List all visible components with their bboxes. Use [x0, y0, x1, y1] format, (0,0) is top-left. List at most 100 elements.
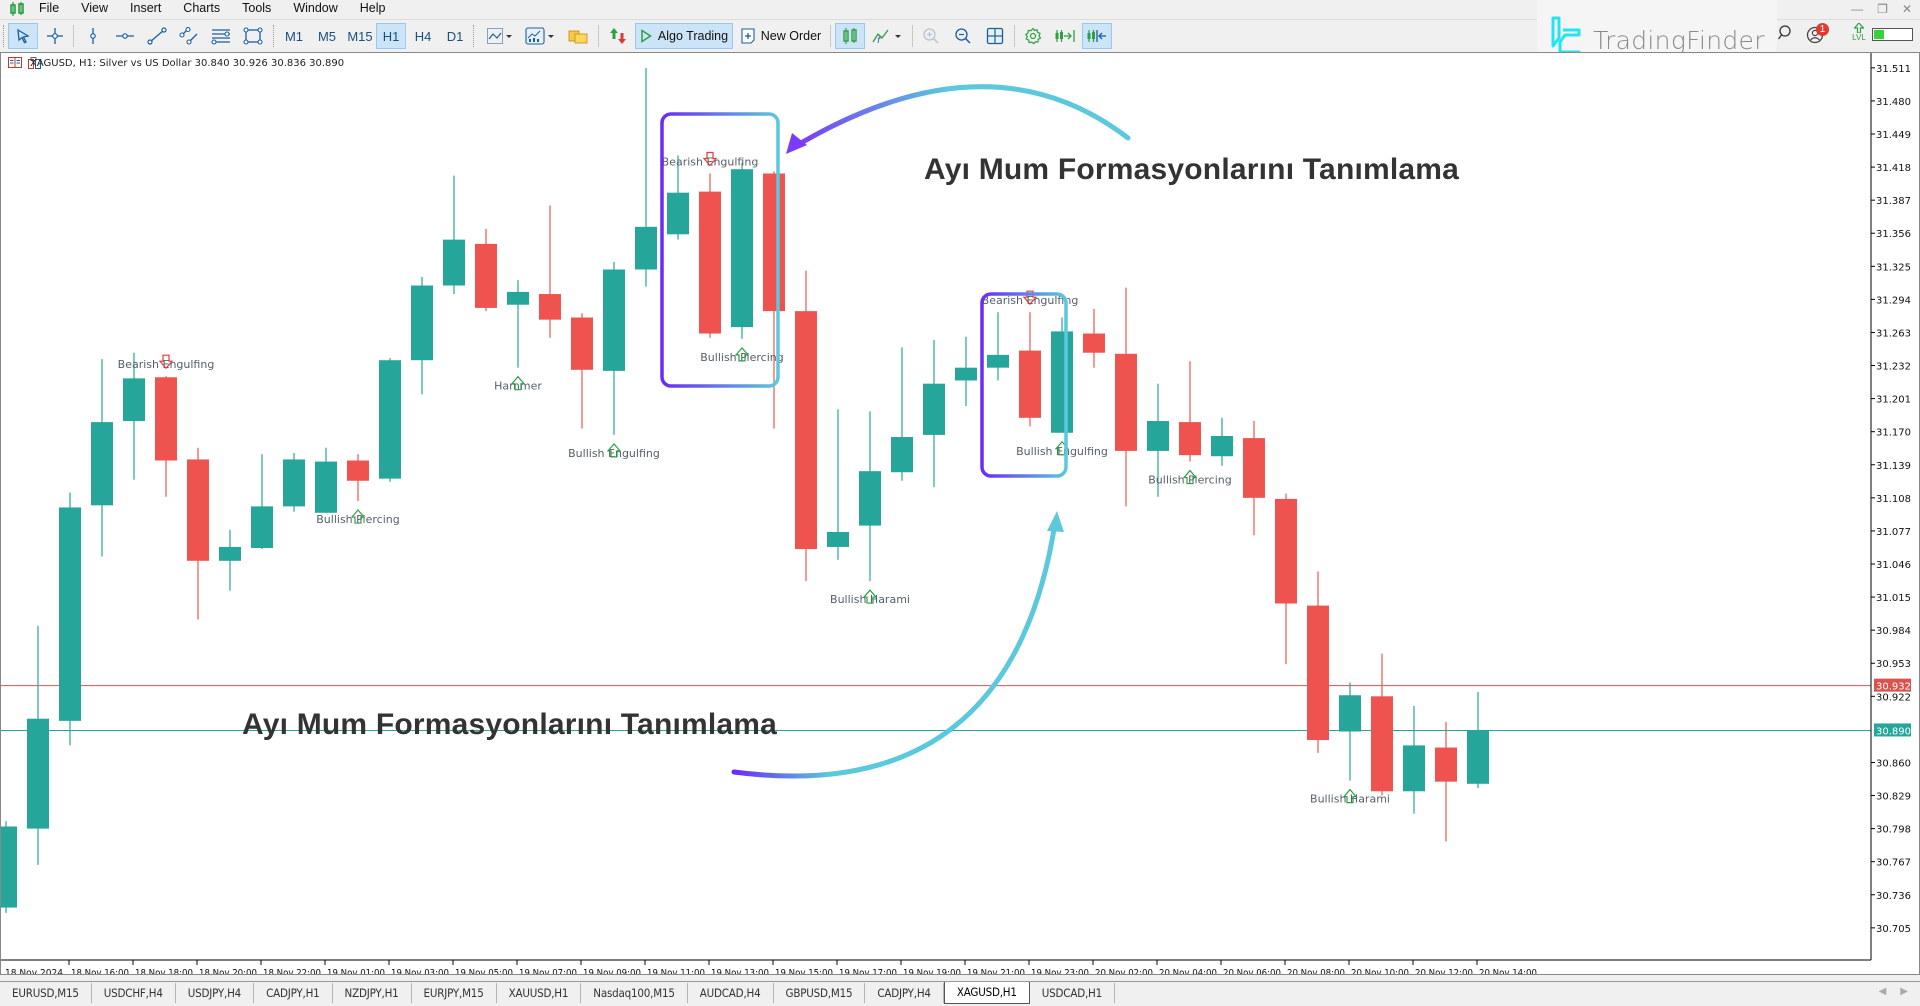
window-controls: — ❐ ✕: [1851, 0, 1912, 17]
time-tick-label: 19 Nov 01:00: [327, 968, 385, 974]
bearish-candle-body: [1435, 747, 1457, 782]
chart-tab[interactable]: CADJPY,H4: [865, 983, 944, 1003]
close-button[interactable]: ✕: [1902, 2, 1912, 16]
candle: [219, 529, 241, 591]
candle: [411, 276, 433, 395]
time-tick-label: 18 Nov 20:00: [199, 968, 257, 974]
price-tick-label: 31.046: [1876, 560, 1911, 571]
indicators-dropdown[interactable]: f: [867, 23, 907, 49]
one-click-trading-button[interactable]: [603, 23, 633, 49]
line-chart-icon: [487, 28, 512, 44]
time-tick-label: 20 Nov 10:00: [1351, 968, 1409, 974]
search-icon[interactable]: [1777, 24, 1795, 45]
minimize-button[interactable]: —: [1851, 2, 1863, 16]
new-order-label: New Order: [760, 29, 822, 43]
candlesticks-button[interactable]: [835, 23, 865, 49]
tab-scroll-right-icon[interactable]: ▶: [1900, 986, 1908, 997]
chart-tab[interactable]: Nasdaq100,M15: [581, 983, 688, 1003]
data-folder-button[interactable]: [563, 23, 593, 49]
chart-tab[interactable]: GBPUSD,M15: [774, 983, 866, 1003]
candle: [891, 347, 913, 481]
autoscroll-icon: [1087, 30, 1106, 42]
candle: [1115, 287, 1137, 507]
trendline-button[interactable]: [142, 23, 172, 49]
candle: [123, 352, 145, 480]
vertical-line-button[interactable]: [78, 23, 108, 49]
rectangle-button[interactable]: [238, 23, 268, 49]
bearish-candle-body: [1115, 353, 1137, 451]
horizontal-line-button[interactable]: [110, 23, 140, 49]
chart-tab[interactable]: EURUSD,M15: [0, 983, 92, 1003]
price-chart[interactable]: Bearish Engulfing Bullish Piercing Hammer B…: [1, 53, 1919, 974]
cursor-arrow-icon: [17, 28, 30, 44]
timeframe-h1[interactable]: H1: [376, 23, 406, 49]
equidistant-channel-button[interactable]: [174, 23, 204, 49]
time-tick-label: 19 Nov 17:00: [839, 968, 897, 974]
menu-insert[interactable]: Insert: [119, 0, 172, 17]
chart-tab[interactable]: USDJPY,H4: [176, 983, 255, 1003]
toolbar-separator: [1014, 25, 1015, 47]
timeframe-d1[interactable]: D1: [440, 23, 470, 49]
candle: [155, 376, 177, 497]
restore-button[interactable]: ❐: [1877, 2, 1888, 16]
timeframe-m15[interactable]: M15: [343, 23, 377, 49]
new-order-button[interactable]: New Order: [737, 23, 825, 49]
price-tick-label: 31.139: [1876, 461, 1911, 472]
chart-shift-button[interactable]: [1050, 23, 1080, 49]
toolbar-grip[interactable]: [473, 25, 476, 47]
time-tick-label: 20 Nov 02:00: [1095, 968, 1153, 974]
templates-dropdown[interactable]: [520, 23, 560, 49]
chart-tab[interactable]: AUDCAD,H4: [688, 983, 774, 1003]
tab-scroll-left-icon[interactable]: ◀: [1879, 986, 1887, 997]
time-axis: 18 Nov 2024 18 Nov 16:00 18 Nov 18:00 18 No…: [1, 959, 1871, 974]
green-price-label: 30.890: [1876, 726, 1911, 737]
bullish-candle-body: [859, 471, 881, 526]
bearish-candle-body: [1243, 438, 1265, 498]
candle: [443, 175, 465, 295]
chart-tab[interactable]: EURJPY,M15: [412, 983, 497, 1003]
price-tick-label: 30.860: [1876, 758, 1911, 769]
chart-tab[interactable]: XAGUSD,H1: [943, 982, 1030, 1004]
level-indicator[interactable]: LVL: [1851, 23, 1867, 47]
menu-file[interactable]: File: [28, 0, 70, 17]
timeframe-m1[interactable]: M1: [278, 23, 310, 49]
timeframe-h4[interactable]: H4: [408, 23, 438, 49]
bearish-candle-body: [475, 243, 497, 308]
price-tick-label: 31.480: [1876, 97, 1911, 108]
candle: [1019, 312, 1041, 427]
notification-badge: 1: [1816, 23, 1829, 36]
price-tick-label: 31.201: [1876, 395, 1911, 406]
menu-charts[interactable]: Charts: [172, 0, 231, 17]
zoom-out-button[interactable]: [948, 23, 978, 49]
timeframe-m5[interactable]: M5: [311, 23, 343, 49]
zoom-in-button[interactable]: [916, 23, 946, 49]
price-tick-label: 31.232: [1876, 362, 1911, 373]
chart-type-dropdown[interactable]: [482, 23, 518, 49]
settings-button[interactable]: [1018, 23, 1048, 49]
chart-window[interactable]: Bearish Engulfing Bullish Piercing Hammer B…: [0, 52, 1920, 975]
account-button[interactable]: 1: [1806, 23, 1836, 45]
menu-window[interactable]: Window: [282, 0, 348, 17]
chart-tab[interactable]: CADJPY,H1: [254, 983, 333, 1003]
one-click-panel-icon[interactable]: [8, 57, 22, 68]
menu-view[interactable]: View: [70, 0, 119, 17]
chart-tab[interactable]: USDCHF,H4: [92, 983, 176, 1003]
tile-windows-button[interactable]: [980, 23, 1010, 49]
cursor-tool-button[interactable]: [8, 23, 38, 49]
time-tick-label: 18 Nov 22:00: [263, 968, 321, 974]
menu-help[interactable]: Help: [349, 0, 397, 17]
fibonacci-button[interactable]: [206, 23, 236, 49]
price-tick-label: 30.767: [1876, 858, 1911, 869]
autoscroll-button[interactable]: [1082, 23, 1112, 49]
crosshair-tool-button[interactable]: [40, 23, 70, 49]
candle: [27, 625, 49, 865]
time-tick-label: 19 Nov 07:00: [519, 968, 577, 974]
candle: [987, 312, 1009, 381]
menu-tools[interactable]: Tools: [231, 0, 282, 17]
toolbar-grip[interactable]: [3, 25, 6, 47]
algo-trading-button[interactable]: Algo Trading: [635, 23, 733, 49]
toolbar-grip[interactable]: [273, 25, 276, 47]
chart-tab[interactable]: USDCAD,H1: [1030, 983, 1116, 1003]
chart-tab[interactable]: XAUUSD,H1: [497, 983, 582, 1003]
chart-tab[interactable]: NZDJPY,H1: [333, 983, 412, 1003]
